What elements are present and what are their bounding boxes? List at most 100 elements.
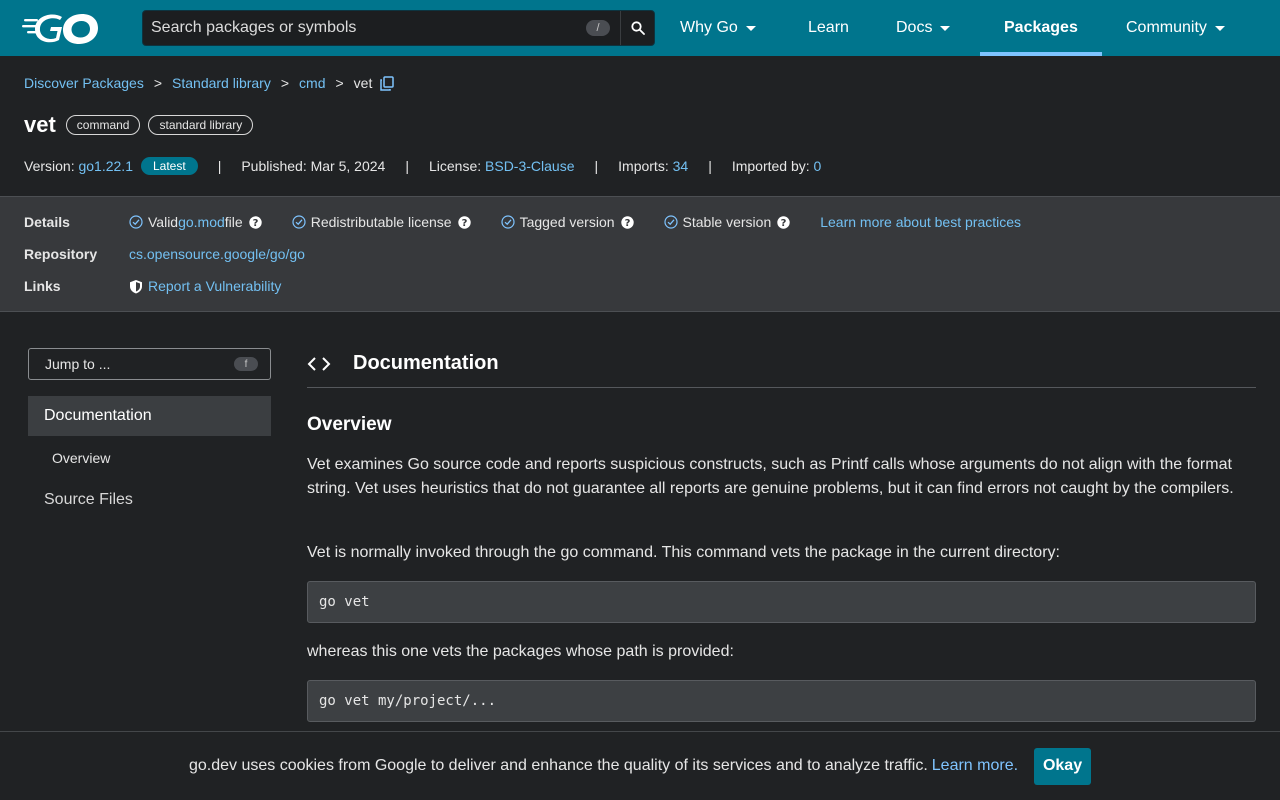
sidebar-item-documentation[interactable]: Documentation	[28, 396, 271, 436]
sidebar-item-source-files[interactable]: Source Files	[44, 491, 133, 509]
sidebar-item-documentation-label: Documentation	[44, 407, 152, 424]
meta-separator: |	[405, 158, 409, 174]
check-circle-icon	[292, 215, 306, 229]
code-block-1-text: go vet	[319, 594, 370, 610]
check-circle-icon	[500, 215, 515, 229]
imports-label: Imports:	[618, 158, 669, 174]
best-practices-link[interactable]: Learn more about best practices	[820, 214, 1021, 230]
nav-active-indicator	[980, 52, 1102, 56]
search-button[interactable]	[620, 11, 654, 45]
meta-separator: |	[594, 158, 599, 174]
nav-learn-label: Learn	[808, 19, 849, 36]
breadcrumb-separator: >	[335, 75, 344, 91]
jump-shortcut-badge: f	[234, 357, 258, 371]
check-redistributable: Redistributable license	[310, 214, 452, 230]
report-vulnerability-link[interactable]: Report a Vulnerability	[148, 278, 281, 294]
overview-heading: Overview	[307, 414, 392, 435]
svg-text:?: ?	[781, 218, 787, 229]
jump-to-label: Jump to ...	[45, 356, 111, 372]
chip-command: command	[65, 115, 141, 135]
imports-link[interactable]: 34	[673, 158, 689, 174]
nav-why-go-label: Why Go	[680, 19, 738, 36]
package-title-row: vet command standard library	[24, 112, 261, 138]
breadcrumb-cmd[interactable]: cmd	[299, 75, 325, 91]
imported-by-link[interactable]: 0	[814, 158, 822, 174]
package-meta: Version: go1.22.1 Latest | Published: Ma…	[24, 157, 821, 175]
overview-paragraph-3: whereas this one vets the packages whose…	[307, 643, 734, 660]
help-icon[interactable]: ?	[457, 215, 471, 229]
chevron-down-icon	[940, 25, 951, 31]
help-icon[interactable]: ?	[777, 215, 790, 229]
links-label: Links	[24, 278, 61, 294]
license-link[interactable]: BSD-3-Clause	[485, 158, 574, 174]
overview-paragraph-2: Vet is normally invoked through the go c…	[307, 544, 1060, 561]
nav-why-go[interactable]: Why Go	[680, 0, 756, 56]
okay-button[interactable]: Okay	[1034, 747, 1092, 785]
nav-packages-label: Packages	[1004, 19, 1078, 36]
page-title: vet	[24, 112, 56, 137]
imported-by-label: Imported by:	[731, 158, 810, 174]
repository-row: cs.opensource.google/go/go	[129, 246, 305, 262]
cookie-learn-more-link[interactable]: Learn more.	[932, 757, 1018, 775]
go-logo[interactable]	[22, 10, 108, 46]
check-valid-gomod-pre: Valid	[148, 214, 179, 230]
sidebar-item-overview[interactable]: Overview	[52, 450, 110, 466]
repository-link[interactable]: cs.opensource.google/go/go	[129, 246, 305, 262]
check-circle-icon	[663, 215, 678, 229]
links-row: Report a Vulnerability	[129, 278, 281, 294]
license-label: License:	[428, 158, 482, 174]
svg-text:?: ?	[461, 218, 467, 229]
chip-standard-library: standard library	[148, 115, 254, 135]
repository-label: Repository	[24, 246, 98, 262]
meta-separator: |	[708, 158, 712, 174]
nav-community[interactable]: Community	[1126, 0, 1225, 56]
cookie-banner: go.dev uses cookies from Google to deliv…	[0, 731, 1280, 800]
chevron-down-icon	[1214, 25, 1225, 31]
search-shortcut-badge: /	[586, 20, 610, 36]
details-checks: Valid go.mod file ? Redistributable lice…	[129, 214, 1021, 230]
nav-docs[interactable]: Docs	[896, 0, 951, 56]
nav-docs-label: Docs	[896, 19, 933, 36]
breadcrumb-separator: >	[153, 75, 163, 91]
code-block-1: go vet	[307, 581, 1256, 623]
published-date: Mar 5, 2024	[310, 158, 386, 174]
code-brackets-icon	[307, 356, 331, 371]
nav-packages[interactable]: Packages	[1004, 0, 1078, 56]
breadcrumb: Discover Packages > Standard library > c…	[24, 75, 395, 91]
version-label: Version:	[24, 158, 75, 174]
details-band: Details Valid go.mod file ? Redistributa…	[0, 196, 1280, 312]
cookie-text: go.dev uses cookies from Google to deliv…	[188, 757, 928, 774]
copy-icon[interactable]	[380, 75, 395, 91]
check-circle-icon	[129, 215, 143, 229]
version-link[interactable]: go1.22.1	[78, 158, 133, 174]
site-header: / Why Go Learn Docs Packages Community	[0, 0, 1280, 56]
search-icon	[630, 21, 645, 35]
overview-paragraph-1: Vet examines Go source code and reports …	[307, 456, 1234, 497]
check-stable-version: Stable version	[682, 214, 772, 230]
chevron-down-icon	[745, 25, 756, 31]
shield-icon	[130, 279, 142, 293]
details-label: Details	[24, 214, 70, 230]
breadcrumb-standard-library[interactable]: Standard library	[172, 75, 271, 91]
check-tagged-version: Tagged version	[519, 214, 615, 230]
code-block-2-text: go vet my/project/...	[319, 693, 497, 709]
search-box: /	[142, 10, 655, 46]
search-input[interactable]	[143, 11, 586, 45]
meta-separator: |	[217, 158, 222, 174]
published-label: Published:	[241, 158, 307, 174]
documentation-title: Documentation	[353, 352, 499, 374]
gomod-link[interactable]: go.mod	[178, 214, 225, 230]
nav-learn[interactable]: Learn	[808, 0, 849, 56]
jump-to-button[interactable]: Jump to ... f	[28, 348, 271, 380]
help-icon[interactable]: ?	[249, 215, 262, 229]
nav-community-label: Community	[1126, 19, 1207, 36]
help-icon[interactable]: ?	[620, 215, 634, 229]
check-valid-gomod-post: file	[224, 214, 243, 230]
documentation-header: Documentation	[307, 340, 1256, 388]
svg-text:?: ?	[624, 218, 630, 229]
code-block-2: go vet my/project/...	[307, 680, 1256, 722]
latest-badge: Latest	[140, 157, 198, 175]
breadcrumb-current: vet	[353, 75, 373, 91]
breadcrumb-separator: >	[280, 75, 290, 91]
breadcrumb-discover-packages[interactable]: Discover Packages	[24, 75, 144, 91]
